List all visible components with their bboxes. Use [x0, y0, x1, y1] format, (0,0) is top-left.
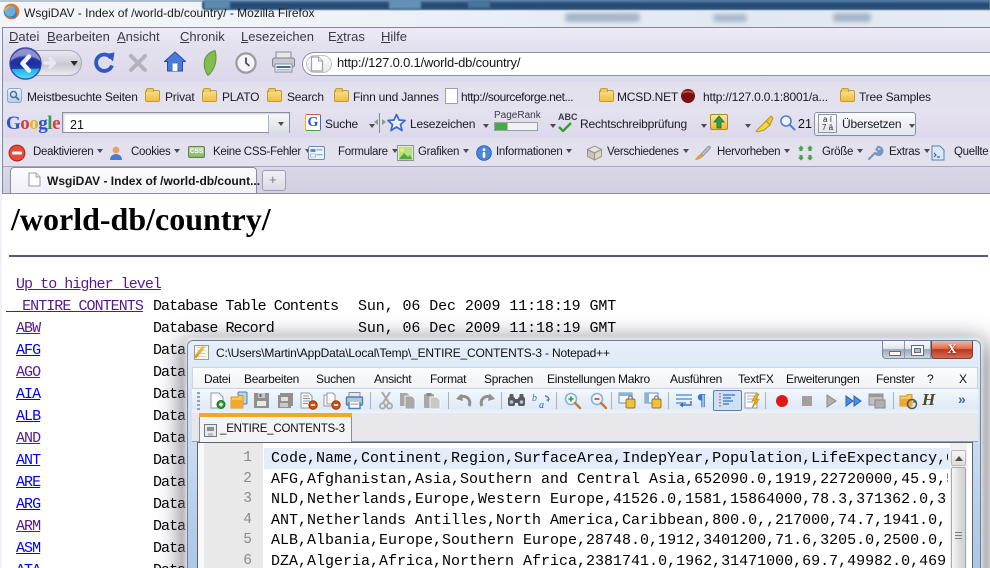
svg-text:a: a — [539, 400, 544, 410]
svg-text:b: b — [532, 393, 537, 404]
